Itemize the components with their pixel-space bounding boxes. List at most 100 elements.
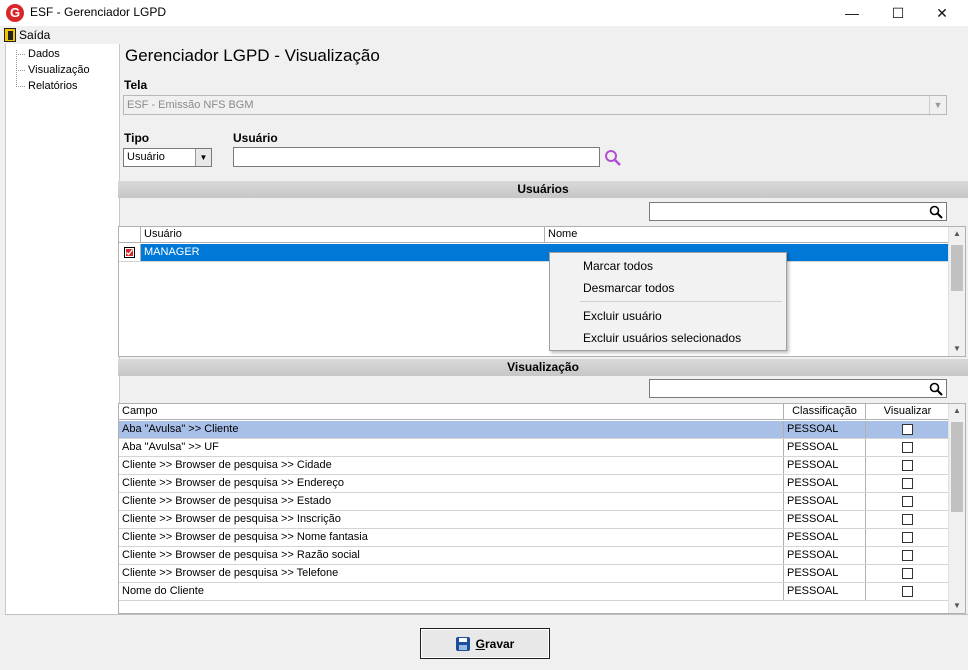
visualizar-checkbox[interactable] (902, 496, 913, 507)
usuarios-filter-input[interactable] (649, 202, 947, 221)
table-row[interactable]: Cliente >> Browser de pesquisa >> Telefo… (119, 565, 949, 583)
usuarios-scrollbar[interactable]: ▲ ▼ (948, 227, 965, 356)
save-button-label: Gravar (475, 636, 515, 651)
visualizar-checkbox[interactable] (902, 514, 913, 525)
close-button[interactable]: ✕ (920, 0, 964, 26)
visualizar-checkbox[interactable] (902, 460, 913, 471)
header-check-column (119, 227, 141, 243)
visualizar-cell (866, 493, 949, 510)
usuario-cell: MANAGER (144, 246, 200, 258)
navigation-tree: Dados Visualização Relatórios (5, 44, 120, 614)
campo-cell: Cliente >> Browser de pesquisa >> Cidade (119, 457, 784, 474)
menu-item-excluir-usuario[interactable]: Excluir usuário (583, 309, 662, 323)
chevron-down-icon[interactable]: ▼ (195, 149, 211, 166)
table-row[interactable]: MANAGER (119, 244, 949, 262)
visualizar-cell (866, 457, 949, 474)
visualizar-checkbox[interactable] (902, 442, 913, 453)
classificacao-cell: PESSOAL (784, 583, 866, 600)
column-header-classificacao[interactable]: Classificação (784, 404, 866, 420)
campo-cell: Cliente >> Browser de pesquisa >> Endere… (119, 475, 784, 492)
exit-menu-item[interactable]: Saída (4, 27, 50, 43)
tipo-value: Usuário (127, 151, 165, 163)
exit-menu-label: Saída (19, 28, 51, 42)
table-row[interactable]: Cliente >> Browser de pesquisa >> Razão … (119, 547, 949, 565)
usuarios-grid-header: Usuário Nome (119, 227, 949, 243)
visualizar-cell (866, 583, 949, 600)
scroll-up-icon[interactable]: ▲ (949, 227, 965, 241)
classificacao-cell: PESSOAL (784, 439, 866, 456)
title-bar: G ESF - Gerenciador LGPD — ☐ ✕ (0, 0, 968, 26)
row-check-cell[interactable] (119, 244, 141, 261)
campo-cell: Cliente >> Browser de pesquisa >> Razão … (119, 547, 784, 564)
column-header-visualizar[interactable]: Visualizar (866, 404, 949, 420)
visualizar-cell (866, 511, 949, 528)
save-button[interactable]: Gravar (420, 628, 550, 659)
scroll-down-icon[interactable]: ▼ (949, 599, 965, 613)
table-row[interactable]: Aba "Avulsa" >> UF PESSOAL (119, 439, 949, 457)
tree-item-relatorios[interactable]: Relatórios (14, 79, 78, 94)
column-header-nome[interactable]: Nome (545, 227, 949, 243)
usuarios-section-header: Usuários (118, 181, 968, 198)
disk-icon (455, 636, 470, 651)
usuario-input[interactable] (233, 147, 600, 167)
chevron-down-icon[interactable]: ▼ (929, 96, 946, 114)
visualizacao-filter-input[interactable] (649, 379, 947, 398)
menu-item-desmarcar-todos[interactable]: Desmarcar todos (583, 281, 674, 295)
campo-cell: Cliente >> Browser de pesquisa >> Nome f… (119, 529, 784, 546)
table-row[interactable]: Cliente >> Browser de pesquisa >> Nome f… (119, 529, 949, 547)
visualizar-cell (866, 421, 949, 438)
classificacao-cell: PESSOAL (784, 511, 866, 528)
visualizacao-scrollbar[interactable]: ▲ ▼ (948, 404, 965, 613)
column-header-campo[interactable]: Campo (119, 404, 784, 420)
menu-item-excluir-selecionados[interactable]: Excluir usuários selecionados (583, 331, 741, 345)
classificacao-cell: PESSOAL (784, 493, 866, 510)
scroll-up-icon[interactable]: ▲ (949, 404, 965, 418)
maximize-button[interactable]: ☐ (876, 0, 920, 26)
tipo-select[interactable]: Usuário ▼ (123, 148, 212, 167)
tela-select[interactable]: ESF - Emissão NFS BGM ▼ (123, 95, 947, 115)
classificacao-cell: PESSOAL (784, 475, 866, 492)
visualizar-checkbox[interactable] (902, 532, 913, 543)
classificacao-cell: PESSOAL (784, 529, 866, 546)
visualizar-checkbox[interactable] (902, 586, 913, 597)
checkbox-checked[interactable] (124, 247, 135, 258)
visualizar-checkbox[interactable] (902, 568, 913, 579)
table-row[interactable]: Cliente >> Browser de pesquisa >> Inscri… (119, 511, 949, 529)
classificacao-cell: PESSOAL (784, 421, 866, 438)
visualizacao-section-header: Visualização (118, 359, 968, 376)
visualizar-checkbox[interactable] (902, 550, 913, 561)
table-row[interactable]: Nome do Cliente PESSOAL (119, 583, 949, 601)
campo-cell: Aba "Avulsa" >> UF (119, 439, 784, 456)
campo-cell: Aba "Avulsa" >> Cliente (119, 421, 784, 438)
table-row[interactable]: Cliente >> Browser de pesquisa >> Endere… (119, 475, 949, 493)
table-row[interactable]: Cliente >> Browser de pesquisa >> Cidade… (119, 457, 949, 475)
column-header-usuario[interactable]: Usuário (141, 227, 545, 243)
window-title: ESF - Gerenciador LGPD (30, 5, 167, 19)
table-row[interactable]: Cliente >> Browser de pesquisa >> Estado… (119, 493, 949, 511)
campo-cell: Cliente >> Browser de pesquisa >> Estado (119, 493, 784, 510)
visualizar-cell (866, 529, 949, 546)
visualizar-checkbox[interactable] (902, 424, 913, 435)
tipo-label: Tipo (124, 131, 150, 145)
page-title: Gerenciador LGPD - Visualização (125, 46, 380, 65)
campo-cell: Cliente >> Browser de pesquisa >> Telefo… (119, 565, 784, 582)
search-icon[interactable] (929, 382, 943, 396)
visualizar-cell (866, 475, 949, 492)
campo-cell: Cliente >> Browser de pesquisa >> Inscri… (119, 511, 784, 528)
tree-item-visualizacao[interactable]: Visualização (14, 63, 90, 78)
table-row[interactable]: Aba "Avulsa" >> Cliente PESSOAL (119, 421, 949, 439)
visualizar-checkbox[interactable] (902, 478, 913, 489)
tela-label: Tela (124, 78, 148, 92)
tree-item-dados[interactable]: Dados (14, 47, 60, 62)
search-icon[interactable] (929, 205, 943, 219)
menu-item-marcar-todos[interactable]: Marcar todos (583, 259, 653, 273)
scroll-thumb[interactable] (951, 245, 963, 291)
tela-value: ESF - Emissão NFS BGM (127, 99, 254, 111)
usuarios-grid: Usuário Nome MANAGER ▲ ▼ (118, 226, 966, 357)
scroll-down-icon[interactable]: ▼ (949, 342, 965, 356)
visualizacao-grid-header: Campo Classificação Visualizar (119, 404, 949, 420)
minimize-button[interactable]: — (830, 0, 874, 26)
visualizacao-grid: Campo Classificação Visualizar Aba "Avul… (118, 403, 966, 614)
search-icon[interactable] (603, 148, 623, 168)
scroll-thumb[interactable] (951, 422, 963, 512)
